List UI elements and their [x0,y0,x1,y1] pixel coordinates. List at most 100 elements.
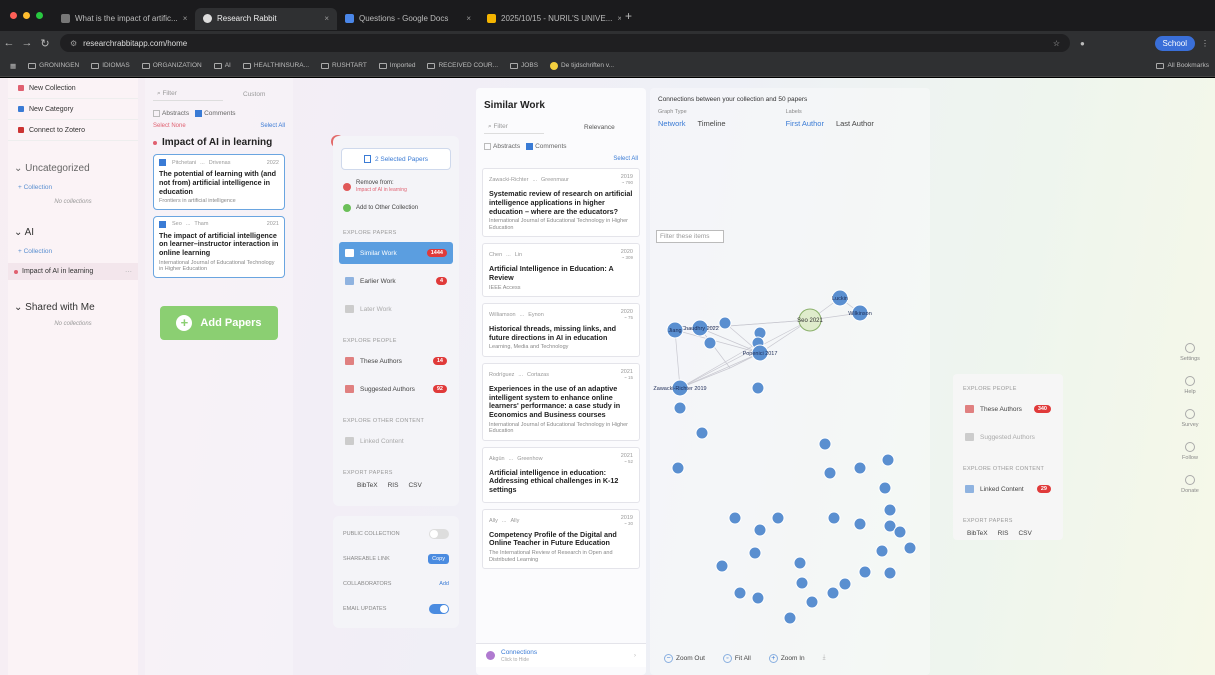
graph-filter-input[interactable]: Filter these items [656,230,724,243]
collection-item-impact-ai[interactable]: Impact of AI in learning ⋯ [8,263,138,280]
tab-close-icon[interactable]: × [617,14,621,23]
forward-icon[interactable]: → [18,37,36,49]
paper-node[interactable] [805,595,819,609]
linked-content-button[interactable]: Linked Content [339,430,453,452]
suggested-authors-button[interactable]: Suggested Authors 92 [339,378,453,400]
zoom-out-button[interactable]: − Zoom Out [664,653,705,663]
export-bibtex[interactable]: BibTeX [967,530,988,537]
add-collaborator-link[interactable]: Add [439,581,449,587]
tab-close-icon[interactable]: × [324,14,329,23]
category-uncategorized[interactable]: ⌄ Uncategorized [8,163,138,174]
paper-node[interactable] [715,559,729,573]
add-collection-link[interactable]: + Collection [8,248,138,255]
paper-node[interactable] [793,556,807,570]
these-authors-button[interactable]: These Authors 340 [959,398,1057,420]
collection-filter-input[interactable]: ⌕ Filter [153,88,223,101]
download-icon[interactable]: ⤓ [823,654,826,662]
reload-icon[interactable]: ↻ [36,37,54,50]
maximize-window-button[interactable] [36,12,43,19]
similar-paper-card[interactable]: Rodríguez... Cortazas 2021 ~ 15 Experiences … [482,363,640,441]
extension-icon[interactable]: ● [1080,39,1085,48]
abstracts-checkbox[interactable]: Abstracts [484,143,520,150]
paper-checkbox[interactable] [159,159,166,167]
profile-button[interactable]: School [1154,35,1195,51]
paper-node[interactable] [783,611,797,625]
paper-node[interactable] [748,546,762,560]
paper-node[interactable] [728,511,742,525]
paper-node[interactable] [853,517,867,531]
new-category-button[interactable]: New Category [8,99,138,120]
sort-dropdown[interactable]: Custom [243,91,265,98]
bookmark-folder[interactable]: Imported [378,62,415,69]
paper-node[interactable] [818,437,832,451]
browser-tab[interactable]: 2025/10/15 - NURIL'S UNIVE... × [479,8,621,30]
browser-tab[interactable]: Questions - Google Docs × [337,8,479,30]
apps-grid-icon[interactable]: ▦ [10,62,16,70]
paper-node[interactable] [823,466,837,480]
url-input[interactable]: ⚙ researchrabbitapp.com/home ☆ [60,34,1070,52]
paper-card[interactable]: Pitchetani... Drivenas 2022 The potentia… [153,154,285,210]
connections-toggle[interactable]: Connections Click to Hide › [476,643,646,667]
export-csv[interactable]: CSV [1018,530,1031,537]
bookmark-star-icon[interactable]: ☆ [1053,39,1060,48]
category-ai[interactable]: ⌄ AI [8,227,138,238]
similar-filter-input[interactable]: ⌕ Filter [484,121,544,134]
bookmark-folder[interactable]: ORGANIZATION [141,62,202,69]
all-bookmarks[interactable]: All Bookmarks [1156,62,1209,69]
new-collection-button[interactable]: New Collection [8,78,138,99]
paper-node[interactable] [751,591,765,605]
add-collection-link[interactable]: + Collection [8,184,138,191]
more-options-icon[interactable]: ⋯ [125,268,132,276]
suggested-authors-button[interactable]: Suggested Authors [959,426,1057,448]
help-button[interactable]: Help [1184,376,1196,395]
paper-node[interactable] [875,544,889,558]
paper-node[interactable] [878,481,892,495]
paper-node[interactable] [753,523,767,537]
bookmark-folder[interactable]: AI [213,62,231,69]
linked-content-button[interactable]: Linked Content 29 [959,478,1057,500]
connect-zotero-button[interactable]: Connect to Zotero [8,120,138,141]
paper-node[interactable] [751,381,765,395]
remove-from-collection[interactable]: Remove from: Impact of AI in learning [343,180,449,194]
minimize-window-button[interactable] [23,12,30,19]
first-author-toggle[interactable]: First Author [786,119,824,128]
bookmark-link[interactable]: De tijdschriften v... [550,61,614,70]
paper-node[interactable] [853,461,867,475]
paper-node[interactable] [903,541,917,555]
network-toggle[interactable]: Network [658,119,686,128]
paper-node[interactable] [795,576,809,590]
select-all-link[interactable]: Select All [260,123,285,129]
zoom-in-button[interactable]: + Zoom In [768,653,805,663]
similar-paper-card[interactable]: Chen... Lin 2020 ~ 309 Artificial Intelligen… [482,243,640,298]
paper-node[interactable] [733,586,747,600]
paper-node[interactable] [695,426,709,440]
paper-node[interactable] [883,566,897,580]
later-work-button[interactable]: Later Work [339,298,453,320]
similar-paper-card[interactable]: Akgün... Greenhow 2021 ~ 52 Artificial intel… [482,446,640,503]
new-tab-icon[interactable]: + [625,9,632,23]
paper-node[interactable] [718,316,732,330]
email-updates-toggle[interactable] [429,603,449,614]
similar-paper-card[interactable]: Zawacki-Richter... Greenmaur 2019 ~ 790 Syst… [482,168,640,238]
browser-tab-active[interactable]: Research Rabbit × [195,7,337,30]
bookmark-folder[interactable]: HEALTHINSURA... [242,62,309,69]
paper-node[interactable] [827,511,841,525]
donate-button[interactable]: Donate [1181,475,1199,494]
tab-close-icon[interactable]: × [183,14,188,23]
paper-checkbox[interactable] [159,220,166,228]
follow-button[interactable]: Follow [1182,442,1198,461]
paper-node[interactable] [703,336,717,350]
sort-dropdown[interactable]: Relevance [584,124,615,131]
export-ris[interactable]: RIS [388,482,399,489]
select-all-link[interactable]: Select All [613,156,638,162]
paper-node[interactable] [881,453,895,467]
network-graph[interactable]: Seo 2021 Popenici 2017 Zawacki-Richter 201… [650,248,930,643]
export-csv[interactable]: CSV [408,482,421,489]
paper-node[interactable] [838,577,852,591]
fit-all-button[interactable]: ◦ Fit All [722,653,751,663]
paper-node[interactable] [673,401,687,415]
tab-close-icon[interactable]: × [466,14,471,23]
select-none-link[interactable]: Select None [153,123,186,129]
export-ris[interactable]: RIS [998,530,1009,537]
paper-node[interactable] [771,511,785,525]
